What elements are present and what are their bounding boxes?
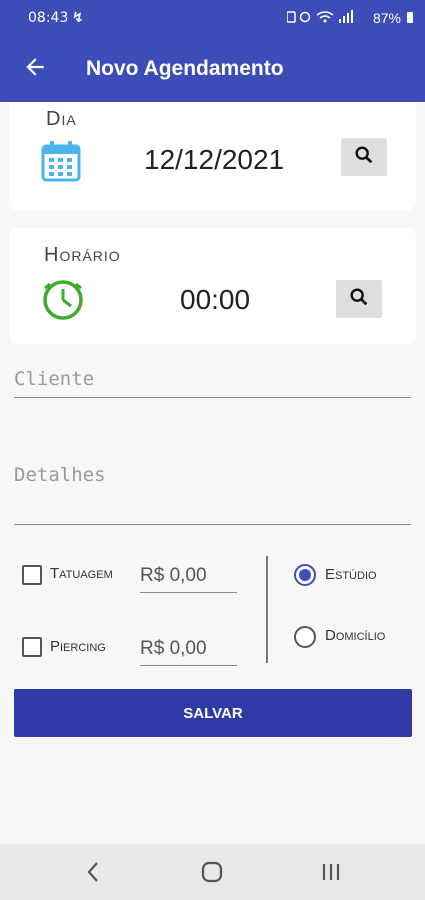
client-placeholder: Cliente bbox=[14, 368, 95, 390]
nav-back-icon[interactable] bbox=[84, 860, 102, 889]
details-field[interactable]: Detalhes bbox=[14, 455, 411, 525]
piercing-price-input[interactable]: R$ 0,00 bbox=[140, 632, 237, 666]
nav-home-icon[interactable] bbox=[201, 861, 223, 888]
status-bar: 08:43 ↯ 87% bbox=[0, 0, 425, 36]
app-bar: Novo Agendamento bbox=[0, 36, 425, 102]
tattoo-checkbox[interactable] bbox=[22, 565, 42, 585]
status-time: 08:43 bbox=[28, 10, 69, 26]
piercing-checkbox[interactable] bbox=[22, 637, 42, 657]
clock-icon bbox=[41, 278, 85, 327]
search-icon bbox=[348, 286, 370, 313]
time-value: 00:00 bbox=[180, 284, 251, 315]
nav-recents-icon[interactable] bbox=[320, 861, 342, 888]
home-label: Domicílio bbox=[325, 627, 386, 644]
details-placeholder: Detalhes bbox=[14, 464, 106, 486]
home-radio[interactable] bbox=[294, 626, 316, 648]
piercing-label: Piercing bbox=[50, 638, 106, 655]
client-field[interactable]: Cliente bbox=[14, 362, 411, 398]
date-label: Dia bbox=[46, 108, 77, 130]
options-divider bbox=[266, 556, 268, 663]
tattoo-label: Tatuagem bbox=[50, 565, 113, 582]
notification-icon: ↯ bbox=[72, 9, 84, 25]
tattoo-price-input[interactable]: R$ 0,00 bbox=[140, 559, 237, 593]
system-nav-bar bbox=[0, 844, 425, 900]
date-value: 12/12/2021 bbox=[144, 144, 285, 175]
studio-radio[interactable] bbox=[294, 564, 316, 586]
signal-icon bbox=[286, 10, 367, 27]
calendar-icon bbox=[41, 140, 81, 187]
studio-label: Estúdio bbox=[325, 566, 377, 583]
time-search-button[interactable] bbox=[336, 280, 382, 318]
date-card: Dia 12/12/2021 bbox=[9, 102, 416, 210]
date-search-button[interactable] bbox=[341, 138, 387, 176]
time-card: Horário 00:00 bbox=[9, 228, 416, 344]
battery-icon bbox=[407, 12, 413, 23]
time-label: Horário bbox=[44, 244, 121, 266]
battery-percent: 87% bbox=[372, 10, 401, 26]
page-title: Novo Agendamento bbox=[86, 57, 284, 80]
search-icon bbox=[353, 144, 375, 171]
save-button[interactable]: SALVAR bbox=[14, 689, 412, 737]
arrow-back-icon[interactable] bbox=[22, 54, 48, 80]
